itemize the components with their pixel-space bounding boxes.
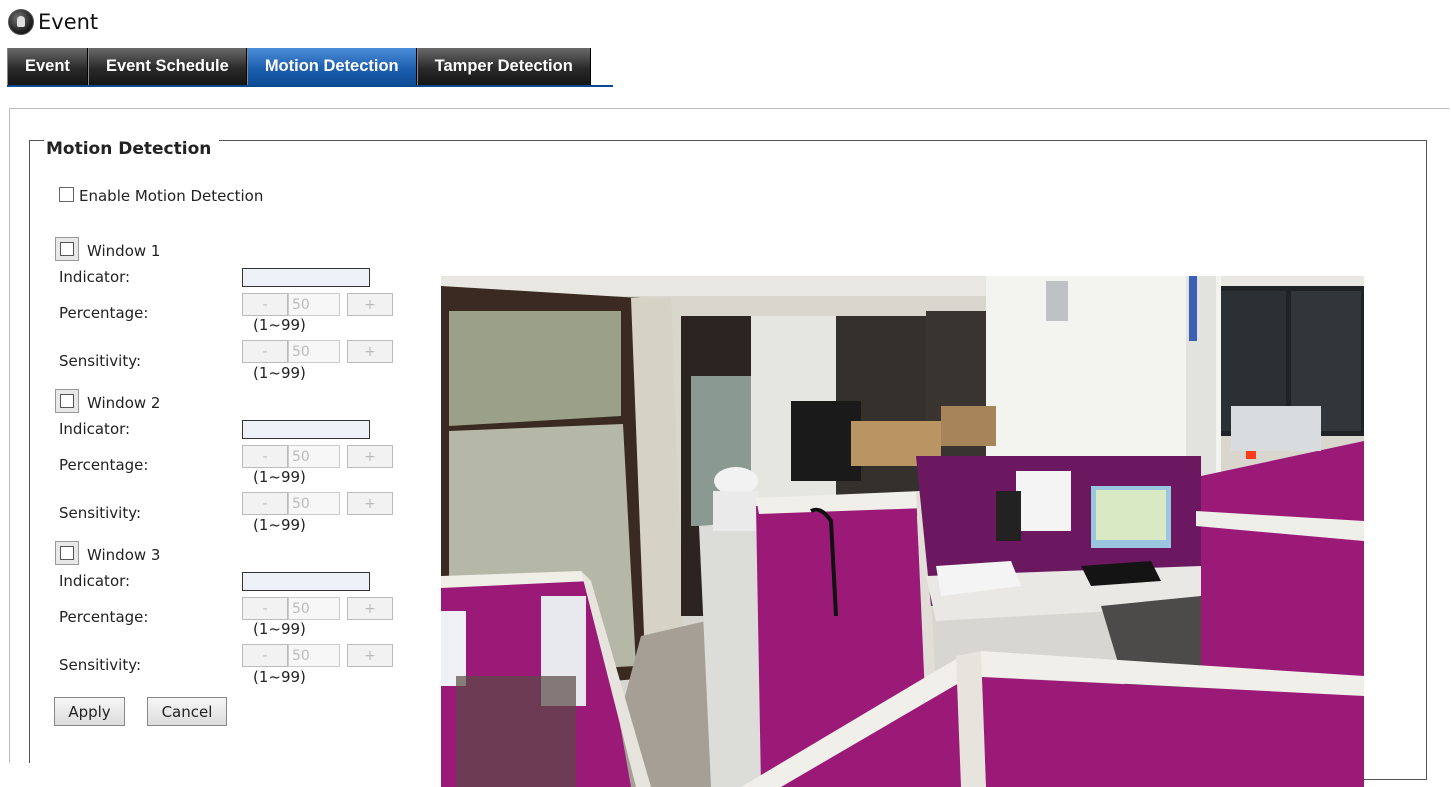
- window-2-sensitivity-increment-button[interactable]: +: [347, 492, 393, 515]
- window-2-indicator-bar: [242, 420, 370, 439]
- window-2-percentage-label: Percentage:: [59, 456, 149, 474]
- content-divider: [9, 108, 1449, 109]
- window-3-sensitivity-label: Sensitivity:: [59, 656, 142, 674]
- window-2-sensitivity-label: Sensitivity:: [59, 504, 142, 522]
- window-1-percentage-input[interactable]: 50: [288, 293, 340, 316]
- page-title: Event: [38, 10, 99, 34]
- tab-event[interactable]: Event: [7, 48, 88, 85]
- camera-lens-icon: [8, 9, 34, 35]
- page-bottom: [0, 763, 441, 787]
- window-3-indicator-bar: [242, 572, 370, 591]
- window-1-percentage-decrement-button[interactable]: -: [242, 293, 288, 316]
- window-1-sensitivity-input[interactable]: 50: [288, 340, 340, 363]
- window-1-sensitivity-decrement-button[interactable]: -: [242, 340, 288, 363]
- window-3-checkbox[interactable]: [55, 541, 79, 565]
- window-2-percentage-range: (1~99): [253, 468, 306, 486]
- window-1-percentage-range: (1~99): [253, 316, 306, 334]
- window-3-sensitivity-increment-button[interactable]: +: [347, 644, 393, 667]
- window-2-label: Window 2: [87, 394, 161, 412]
- window-1-indicator-label: Indicator:: [59, 268, 131, 286]
- window-2-indicator-label: Indicator:: [59, 420, 131, 438]
- enable-motion-detection-label: Enable Motion Detection: [79, 187, 264, 205]
- window-3-sensitivity-range: (1~99): [253, 668, 306, 686]
- window-2-percentage-decrement-button[interactable]: -: [242, 445, 288, 468]
- camera-live-view[interactable]: [441, 276, 1364, 787]
- window-2-checkbox[interactable]: [55, 389, 79, 413]
- tab-event-schedule[interactable]: Event Schedule: [87, 48, 247, 85]
- tab-motion-detection[interactable]: Motion Detection: [246, 48, 417, 85]
- window-1-indicator-bar: [242, 268, 370, 287]
- window-2-sensitivity-range: (1~99): [253, 516, 306, 534]
- window-2-percentage-input[interactable]: 50: [288, 445, 340, 468]
- window-3-label: Window 3: [87, 546, 161, 564]
- window-1-sensitivity-increment-button[interactable]: +: [347, 340, 393, 363]
- window-2-sensitivity-input[interactable]: 50: [288, 492, 340, 515]
- window-2-percentage-increment-button[interactable]: +: [347, 445, 393, 468]
- tab-underline: [7, 85, 613, 87]
- window-1-checkbox[interactable]: [55, 237, 79, 261]
- window-3-percentage-increment-button[interactable]: +: [347, 597, 393, 620]
- fieldset-legend: Motion Detection: [44, 139, 220, 159]
- camera-scene: [441, 276, 1364, 787]
- window-1-percentage-label: Percentage:: [59, 304, 149, 322]
- window-1-sensitivity-range: (1~99): [253, 364, 306, 382]
- window-3-percentage-range: (1~99): [253, 620, 306, 638]
- window-3-indicator-label: Indicator:: [59, 572, 131, 590]
- window-2-sensitivity-decrement-button[interactable]: -: [242, 492, 288, 515]
- window-3-percentage-decrement-button[interactable]: -: [242, 597, 288, 620]
- page-header: Event: [8, 8, 98, 36]
- cancel-button[interactable]: Cancel: [147, 697, 227, 726]
- window-3-percentage-label: Percentage:: [59, 608, 149, 626]
- window-3-percentage-input[interactable]: 50: [288, 597, 340, 620]
- apply-button[interactable]: Apply: [54, 697, 125, 726]
- window-3-sensitivity-input[interactable]: 50: [288, 644, 340, 667]
- window-3-sensitivity-decrement-button[interactable]: -: [242, 644, 288, 667]
- window-1-percentage-increment-button[interactable]: +: [347, 293, 393, 316]
- content-border-left: [9, 108, 10, 768]
- window-1-label: Window 1: [87, 242, 161, 260]
- enable-motion-detection-checkbox[interactable]: [59, 187, 74, 202]
- window-1-sensitivity-label: Sensitivity:: [59, 352, 142, 370]
- tab-bar: Event Event Schedule Motion Detection Ta…: [7, 48, 591, 85]
- tab-tamper-detection[interactable]: Tamper Detection: [416, 48, 591, 85]
